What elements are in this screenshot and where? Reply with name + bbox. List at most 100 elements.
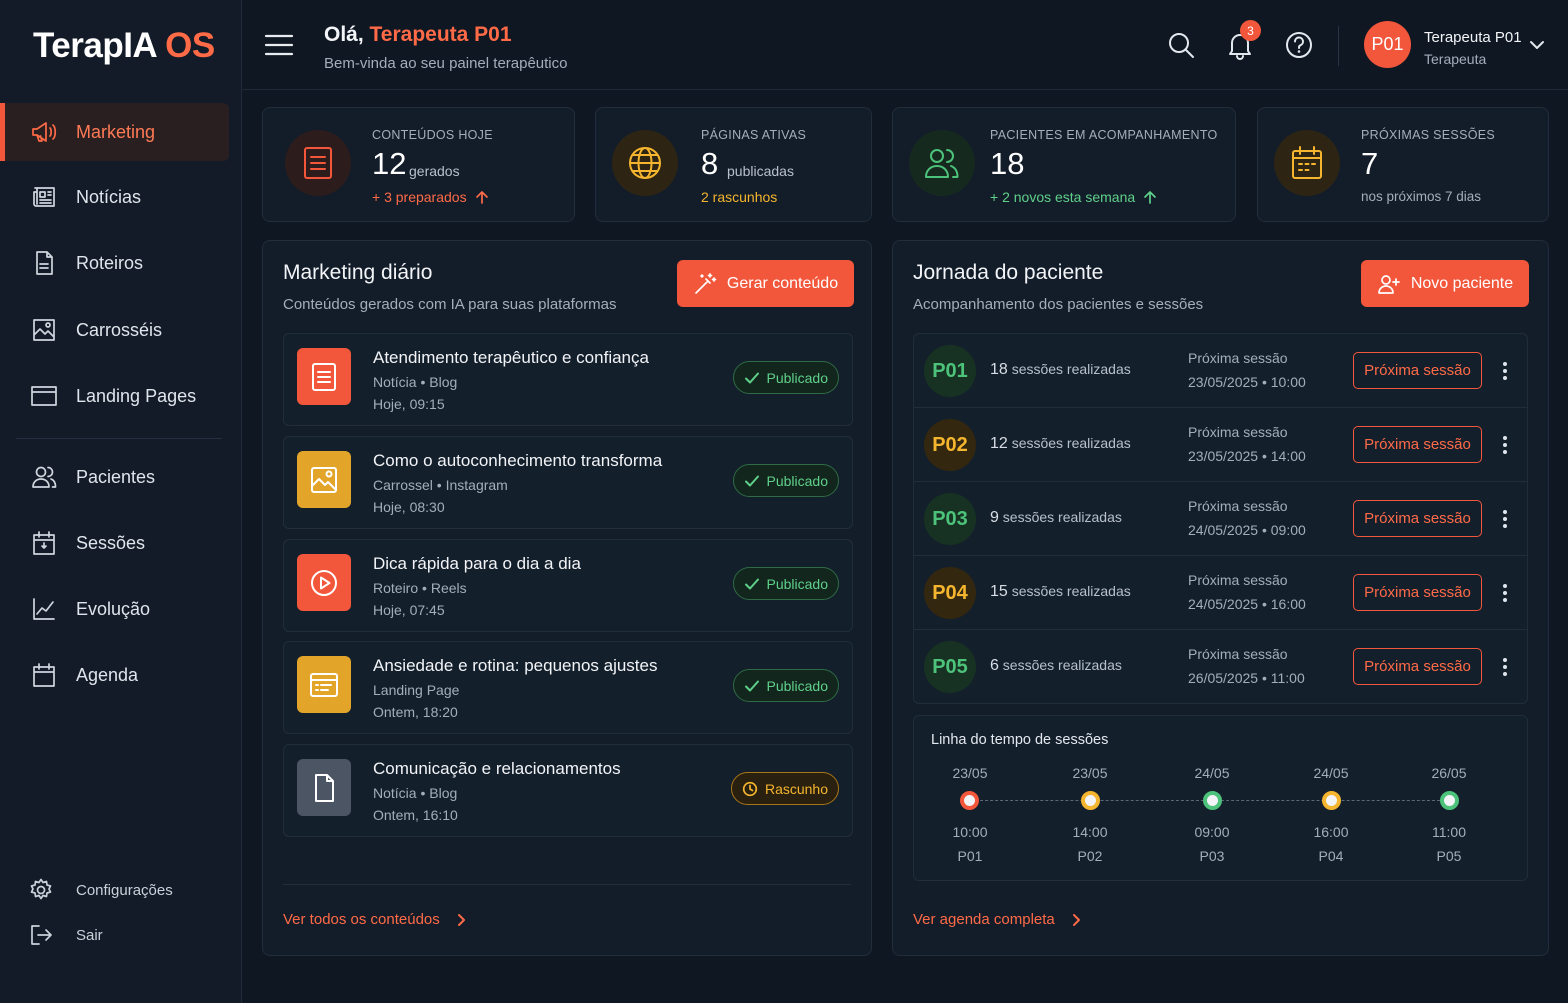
- check-icon: [744, 576, 760, 592]
- arrow-up-icon: [1143, 190, 1157, 204]
- status-label: Rascunho: [764, 780, 828, 797]
- next-session-label: Próxima sessão: [1188, 350, 1288, 366]
- patient-row[interactable]: P02 12 sessões realizadas Próxima sessão…: [914, 408, 1527, 482]
- content-item[interactable]: Comunicação e relacionamentos Notícia • …: [283, 744, 853, 837]
- timeline-time: 14:00: [1072, 824, 1108, 840]
- stat-sub-text: + 2 novos esta semana: [990, 189, 1136, 205]
- sidebar-divider: [16, 438, 222, 439]
- settings-link[interactable]: Configurações: [28, 877, 173, 903]
- timeline-patient: P05: [1436, 848, 1462, 864]
- check-icon: [744, 473, 760, 489]
- next-session-button[interactable]: Próxima sessão: [1353, 500, 1482, 537]
- panel-title: Jornada do paciente: [913, 261, 1104, 284]
- sidebar-item-marketing[interactable]: Marketing: [0, 103, 229, 161]
- status-badge: Publicado: [732, 361, 839, 394]
- timeline-date: 24/05: [1313, 765, 1349, 781]
- hamburger-menu-icon[interactable]: [264, 30, 294, 60]
- user-name: Terapeuta P01: [1424, 29, 1522, 46]
- content-meta: Notícia • Blog: [373, 374, 458, 390]
- session-count-label: sessões realizadas: [1011, 435, 1131, 451]
- content-thumbnail: [297, 554, 351, 611]
- content-thumbnail: [297, 759, 351, 816]
- new-patient-button[interactable]: Novo paciente: [1361, 260, 1529, 307]
- content-title: Comunicação e relacionamentos: [373, 759, 621, 778]
- stat-card-paginas: PÁGINAS ATIVAS 8 publicadas 2 rascunhos: [595, 107, 872, 222]
- timeline-time: 10:00: [952, 824, 988, 840]
- next-session-button[interactable]: Próxima sessão: [1353, 648, 1482, 685]
- status-badge: Publicado: [732, 669, 839, 702]
- stat-value: 7: [1361, 146, 1379, 181]
- session-count: 9 sessões realizadas: [990, 509, 1122, 527]
- logout-link[interactable]: Sair: [28, 922, 103, 948]
- next-session-label: Próxima sessão: [1188, 572, 1288, 588]
- stat-value: 8: [701, 146, 719, 181]
- sidebar-item-label: Marketing: [76, 121, 156, 142]
- content-item[interactable]: Ansiedade e rotina: pequenos ajustes Lan…: [283, 641, 853, 734]
- chevron-down-icon[interactable]: [1527, 35, 1547, 55]
- session-count: 6 sessões realizadas: [990, 657, 1122, 675]
- content-item[interactable]: Como o autoconhecimento transforma Carro…: [283, 436, 853, 529]
- sidebar-item-sessoes[interactable]: Sessões: [0, 514, 229, 572]
- patient-avatar: P02: [924, 419, 976, 471]
- content-item[interactable]: Atendimento terapêutico e confiança Notí…: [283, 333, 853, 426]
- sidebar-item-roteiros[interactable]: Roteiros: [0, 234, 229, 292]
- view-all-content-link[interactable]: Ver todos os conteúdos: [283, 911, 468, 928]
- image-icon: [308, 464, 340, 496]
- content-title: Como o autoconhecimento transforma: [373, 451, 663, 470]
- patient-row[interactable]: P04 15 sessões realizadas Próxima sessão…: [914, 556, 1527, 630]
- sidebar-item-agenda[interactable]: Agenda: [0, 646, 229, 704]
- content-title: Atendimento terapêutico e confiança: [373, 348, 649, 367]
- timeline-title: Linha do tempo de sessões: [931, 732, 1109, 748]
- next-session-button[interactable]: Próxima sessão: [1353, 426, 1482, 463]
- stat-value: 12: [372, 146, 407, 181]
- help-icon[interactable]: [1284, 30, 1314, 60]
- patient-avatar: P01: [924, 345, 976, 397]
- avatar[interactable]: P01: [1364, 21, 1411, 68]
- more-options-icon[interactable]: [1498, 581, 1512, 605]
- content-platform: Instagram: [445, 477, 508, 493]
- session-count: 15 sessões realizadas: [990, 583, 1131, 601]
- sidebar-item-landing-pages[interactable]: Landing Pages: [0, 367, 229, 425]
- more-options-icon[interactable]: [1498, 507, 1512, 531]
- next-session-date: 23/05/2025 • 10:00: [1188, 374, 1306, 390]
- next-session-button[interactable]: Próxima sessão: [1353, 352, 1482, 389]
- patient-row[interactable]: P05 6 sessões realizadas Próxima sessão …: [914, 630, 1527, 704]
- session-count-number: 9: [990, 509, 999, 526]
- link-label: Ver todos os conteúdos: [283, 911, 440, 928]
- content-time: Hoje, 08:30: [373, 499, 445, 515]
- generate-content-button[interactable]: Gerar conteúdo: [677, 260, 854, 307]
- status-badge: Publicado: [732, 464, 839, 497]
- chevron-right-icon: [1069, 913, 1083, 927]
- greeting-prefix: Olá,: [324, 23, 364, 46]
- stat-icon-circle: [1274, 130, 1340, 196]
- timeline-time: 11:00: [1432, 824, 1466, 840]
- content-time: Hoje, 09:15: [373, 396, 445, 412]
- patient-row[interactable]: P03 9 sessões realizadas Próxima sessão …: [914, 482, 1527, 556]
- patient-avatar: P03: [924, 493, 976, 545]
- content-platform: Blog: [429, 374, 458, 390]
- more-options-icon[interactable]: [1498, 655, 1512, 679]
- settings-label: Configurações: [76, 881, 173, 899]
- stat-label: CONTEÚDOS HOJE: [372, 128, 493, 142]
- sidebar-item-pacientes[interactable]: Pacientes: [0, 448, 229, 506]
- panel-title: Marketing diário: [283, 261, 433, 284]
- view-full-agenda-link[interactable]: Ver agenda completa: [913, 911, 1083, 928]
- more-options-icon[interactable]: [1498, 433, 1512, 457]
- stat-sub: 2 rascunhos: [701, 189, 777, 205]
- sidebar-item-evolucao[interactable]: Evolução: [0, 580, 229, 638]
- more-options-icon[interactable]: [1498, 359, 1512, 383]
- session-count-number: 6: [990, 657, 999, 674]
- sidebar-item-carrosseis[interactable]: Carrosséis: [0, 301, 229, 359]
- sidebar-item-noticias[interactable]: Notícias: [0, 168, 229, 226]
- session-count-label: sessões realizadas: [1002, 509, 1122, 525]
- content-item[interactable]: Dica rápida para o dia a dia Roteiro • R…: [283, 539, 853, 632]
- timeline-dot: [1322, 791, 1341, 810]
- next-session-date: 26/05/2025 • 11:00: [1188, 670, 1305, 686]
- panel-subtitle: Acompanhamento dos pacientes e sessões: [913, 296, 1204, 313]
- logout-icon: [28, 922, 54, 948]
- patient-row[interactable]: P01 18 sessões realizadas Próxima sessão…: [914, 334, 1527, 408]
- search-icon[interactable]: [1166, 30, 1196, 60]
- sidebar-item-label: Evolução: [76, 598, 151, 619]
- next-session-button[interactable]: Próxima sessão: [1353, 574, 1482, 611]
- patient-avatar: P04: [924, 567, 976, 619]
